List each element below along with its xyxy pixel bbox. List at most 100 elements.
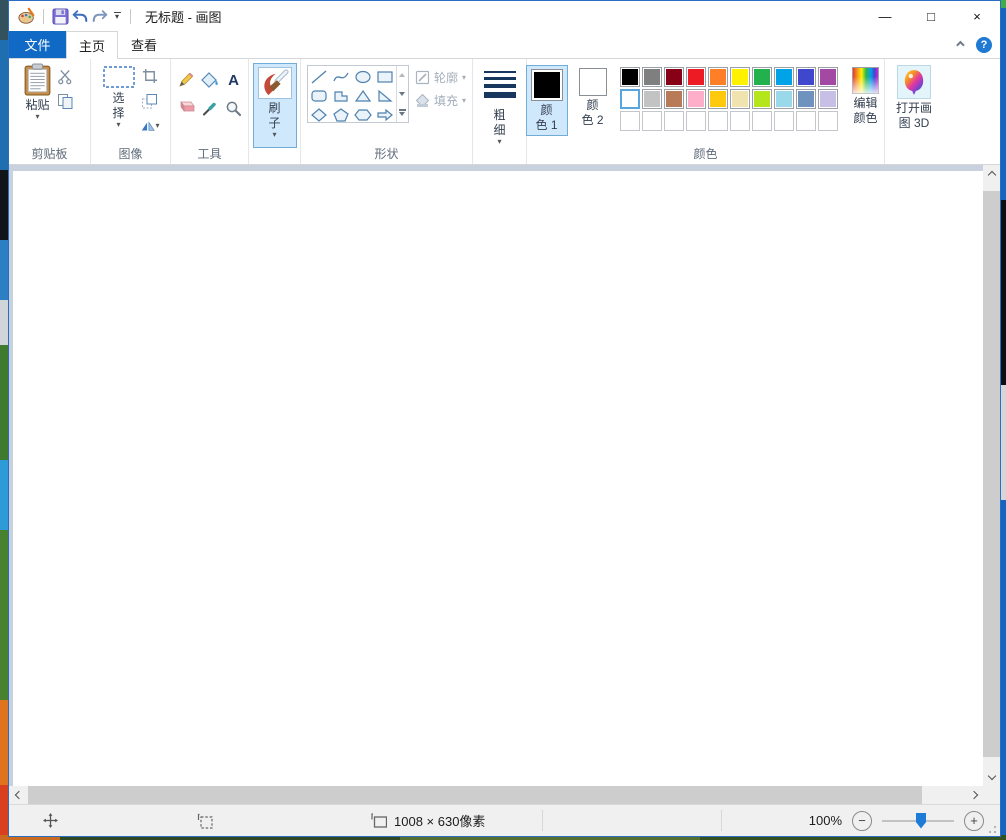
maximize-button[interactable]: □ (908, 1, 954, 31)
palette-empty-slot[interactable] (664, 111, 684, 131)
app-logo-palette-icon[interactable] (17, 5, 37, 27)
shape-rounded-rectangle[interactable] (308, 86, 330, 105)
help-button[interactable]: ? (976, 37, 992, 53)
palette-swatch[interactable] (818, 67, 838, 87)
scroll-down-button[interactable] (983, 769, 1000, 786)
zoom-out-button[interactable]: − (852, 811, 872, 831)
palette-swatch[interactable] (708, 89, 728, 109)
edit-colors-button[interactable]: 编辑 颜色 (846, 65, 886, 126)
palette-empty-slot[interactable] (686, 111, 706, 131)
scroll-right-button[interactable] (966, 786, 983, 804)
paste-button[interactable]: 粘贴 ▾ (24, 63, 51, 148)
shape-outline-button[interactable]: 轮廓 ▾ (415, 69, 466, 86)
scrollbar-corner (983, 786, 1000, 804)
close-button[interactable]: × (954, 1, 1000, 31)
shape-right-triangle[interactable] (374, 86, 396, 105)
shape-triangle[interactable] (352, 86, 374, 105)
select-button[interactable]: 选 择 ▾ (102, 65, 136, 148)
palette-swatch[interactable] (730, 67, 750, 87)
palette-swatch[interactable] (686, 67, 706, 87)
shape-polygon[interactable] (330, 86, 352, 105)
palette-empty-slot[interactable] (642, 111, 662, 131)
color2-button[interactable]: 颜 色 2 (572, 65, 614, 130)
palette-swatch[interactable] (774, 67, 794, 87)
shape-diamond[interactable] (308, 105, 330, 124)
vertical-scrollbar-thumb[interactable] (983, 191, 1000, 757)
cut-button[interactable] (55, 67, 75, 85)
palette-swatch[interactable] (818, 89, 838, 109)
zoom-in-button[interactable]: + (964, 811, 984, 831)
palette-swatch[interactable] (664, 67, 684, 87)
scroll-left-button[interactable] (9, 786, 26, 804)
color-picker-tool-button[interactable] (200, 97, 220, 119)
palette-swatch[interactable] (752, 89, 772, 109)
text-tool-button[interactable]: A (224, 69, 244, 91)
scroll-up-button[interactable] (983, 165, 1000, 182)
customize-qat-dropdown[interactable]: ▾ (110, 12, 124, 21)
shape-right-arrow[interactable] (374, 105, 396, 124)
horizontal-scrollbar[interactable] (9, 786, 983, 804)
palette-swatch[interactable] (642, 67, 662, 87)
palette-empty-slot[interactable] (818, 111, 838, 131)
color1-button[interactable]: 颜 色 1 (526, 65, 568, 136)
palette-swatch[interactable] (664, 89, 684, 109)
shape-rectangle[interactable] (374, 67, 396, 86)
palette-swatch[interactable] (730, 89, 750, 109)
status-bar: 1008 × 630像素 100% − + (9, 804, 1000, 836)
tab-file[interactable]: 文件 (9, 31, 66, 58)
palette-swatch[interactable] (796, 67, 816, 87)
open-paint3d-button[interactable]: 打开画 图 3D (889, 63, 939, 148)
fill-tool-button[interactable] (200, 69, 220, 91)
horizontal-scrollbar-thumb[interactable] (28, 786, 922, 804)
minimize-button[interactable]: — (862, 1, 908, 31)
magnifier-tool-button[interactable] (224, 97, 244, 119)
shape-curve[interactable] (330, 67, 352, 86)
palette-swatch[interactable] (774, 89, 794, 109)
resize-button[interactable] (140, 92, 160, 110)
zoom-slider[interactable] (882, 813, 954, 829)
palette-swatch[interactable] (686, 89, 706, 109)
tab-view[interactable]: 查看 (118, 31, 170, 58)
undo-button[interactable] (70, 5, 90, 27)
palette-swatch[interactable] (620, 67, 640, 87)
brush-icon (261, 69, 289, 97)
copy-button[interactable] (55, 92, 75, 110)
collapse-ribbon-icon[interactable] (956, 41, 964, 49)
shapes-more-button[interactable] (397, 103, 408, 122)
palette-empty-slot[interactable] (620, 111, 640, 131)
pencil-tool-button[interactable] (176, 69, 196, 91)
rotate-button[interactable]: ▾ (140, 117, 160, 135)
shapes-scroll-down-button[interactable] (397, 85, 408, 104)
shape-hexagon[interactable] (352, 105, 374, 124)
shapes-scroll-up-button[interactable] (397, 66, 408, 85)
drawing-canvas[interactable] (13, 171, 983, 786)
palette-swatch[interactable] (620, 89, 640, 109)
palette-empty-slot[interactable] (774, 111, 794, 131)
redo-button[interactable] (90, 5, 110, 27)
palette-empty-slot[interactable] (730, 111, 750, 131)
zoom-slider-thumb[interactable] (916, 813, 926, 829)
eraser-tool-button[interactable] (176, 97, 196, 119)
palette-swatch[interactable] (796, 89, 816, 109)
line-thickness-icon (484, 71, 516, 98)
image-group-label: 图像 (91, 145, 170, 162)
canvas-size-icon (371, 813, 387, 828)
group-paint3d: 打开画 图 3D (885, 59, 943, 164)
vertical-scrollbar[interactable] (983, 165, 1000, 786)
palette-empty-slot[interactable] (708, 111, 728, 131)
shape-pentagon[interactable] (330, 105, 352, 124)
shape-fill-button[interactable]: 填充 ▾ (415, 92, 466, 109)
shape-ellipse[interactable] (352, 67, 374, 86)
save-button[interactable] (50, 5, 70, 27)
palette-empty-slot[interactable] (752, 111, 772, 131)
palette-swatch[interactable] (642, 89, 662, 109)
resize-grip[interactable] (986, 823, 996, 833)
shape-line[interactable] (308, 67, 330, 86)
crop-button[interactable] (140, 67, 160, 85)
palette-empty-slot[interactable] (796, 111, 816, 131)
size-button[interactable]: 粗 细 ▾ (478, 63, 522, 148)
palette-swatch[interactable] (708, 67, 728, 87)
tab-home[interactable]: 主页 (66, 31, 118, 59)
palette-swatch[interactable] (752, 67, 772, 87)
brush-button[interactable]: 刷 子 ▾ (253, 63, 297, 148)
